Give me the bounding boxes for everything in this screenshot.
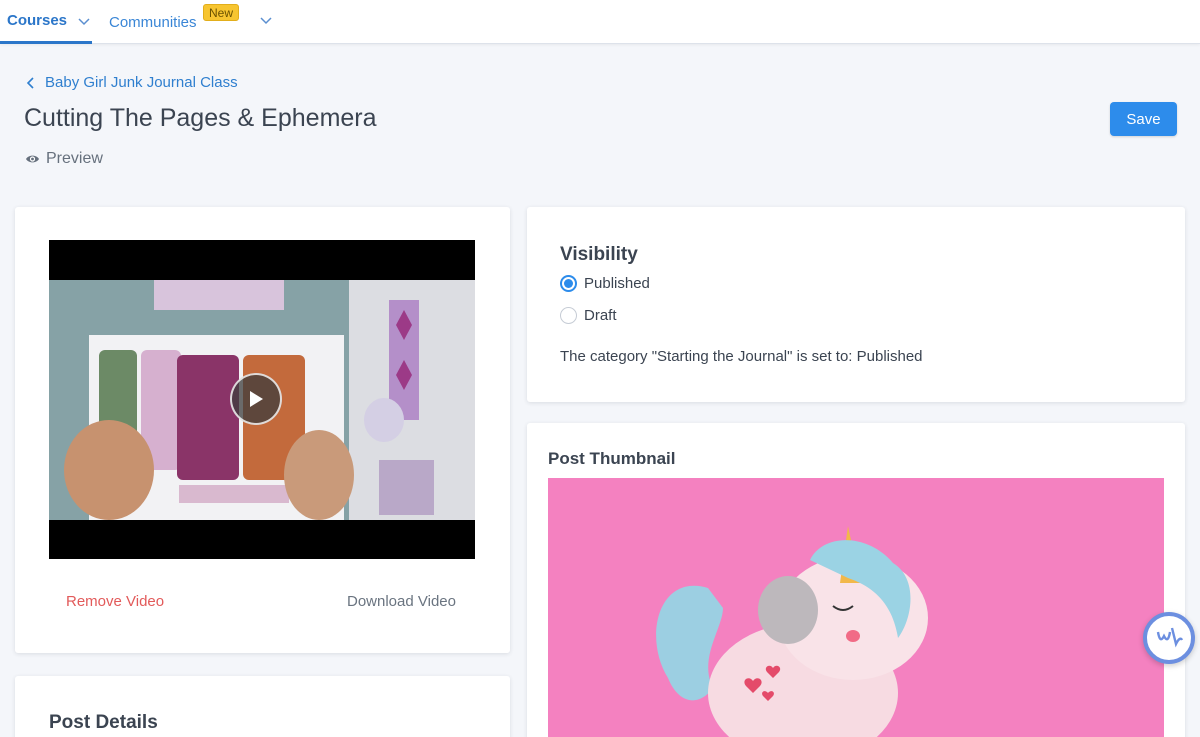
radio-published-label: Published	[584, 275, 650, 292]
new-badge: New	[203, 4, 240, 21]
remove-video-link[interactable]: Remove Video	[66, 593, 164, 610]
breadcrumb-label: Baby Girl Junk Journal Class	[45, 74, 238, 91]
visibility-option-published[interactable]: Published	[560, 275, 650, 292]
preview-link[interactable]: Preview	[25, 150, 103, 168]
top-nav: Courses Communities New	[0, 0, 1200, 44]
chevron-down-icon[interactable]	[259, 13, 273, 27]
radio-draft[interactable]	[560, 307, 577, 324]
post-thumbnail-image[interactable]	[548, 478, 1164, 737]
tab-communities-label: Communities	[109, 13, 197, 31]
radio-published[interactable]	[560, 275, 577, 292]
unicorn-illustration	[548, 478, 1164, 737]
tab-courses[interactable]: Courses	[0, 0, 92, 44]
post-thumbnail-card: Post Thumbnail	[527, 423, 1185, 737]
radio-draft-label: Draft	[584, 307, 617, 324]
chat-logo-icon	[1156, 627, 1184, 648]
play-button[interactable]	[230, 373, 282, 425]
page-title: Cutting The Pages & Ephemera	[24, 104, 377, 132]
chevron-down-icon	[77, 14, 91, 28]
post-thumbnail-title: Post Thumbnail	[548, 449, 676, 468]
visibility-title: Visibility	[560, 244, 638, 265]
breadcrumb[interactable]: Baby Girl Junk Journal Class	[26, 74, 238, 91]
tab-communities[interactable]: Communities	[109, 0, 197, 44]
save-button[interactable]: Save	[1110, 102, 1177, 136]
play-icon	[250, 391, 263, 407]
video-card: Remove Video Download Video	[15, 207, 510, 653]
download-video-link[interactable]: Download Video	[347, 593, 456, 610]
visibility-option-draft[interactable]: Draft	[560, 307, 617, 324]
tab-courses-label: Courses	[7, 12, 68, 29]
visibility-note: The category "Starting the Journal" is s…	[560, 348, 923, 365]
eye-icon	[26, 155, 39, 163]
preview-label: Preview	[46, 150, 103, 167]
chevron-left-icon	[26, 76, 34, 89]
visibility-card: Visibility Published Draft The category …	[527, 207, 1185, 402]
chat-widget-button[interactable]	[1143, 612, 1195, 664]
post-details-card: Post Details	[15, 676, 510, 737]
post-details-title: Post Details	[49, 712, 158, 733]
video-player[interactable]	[49, 240, 475, 559]
